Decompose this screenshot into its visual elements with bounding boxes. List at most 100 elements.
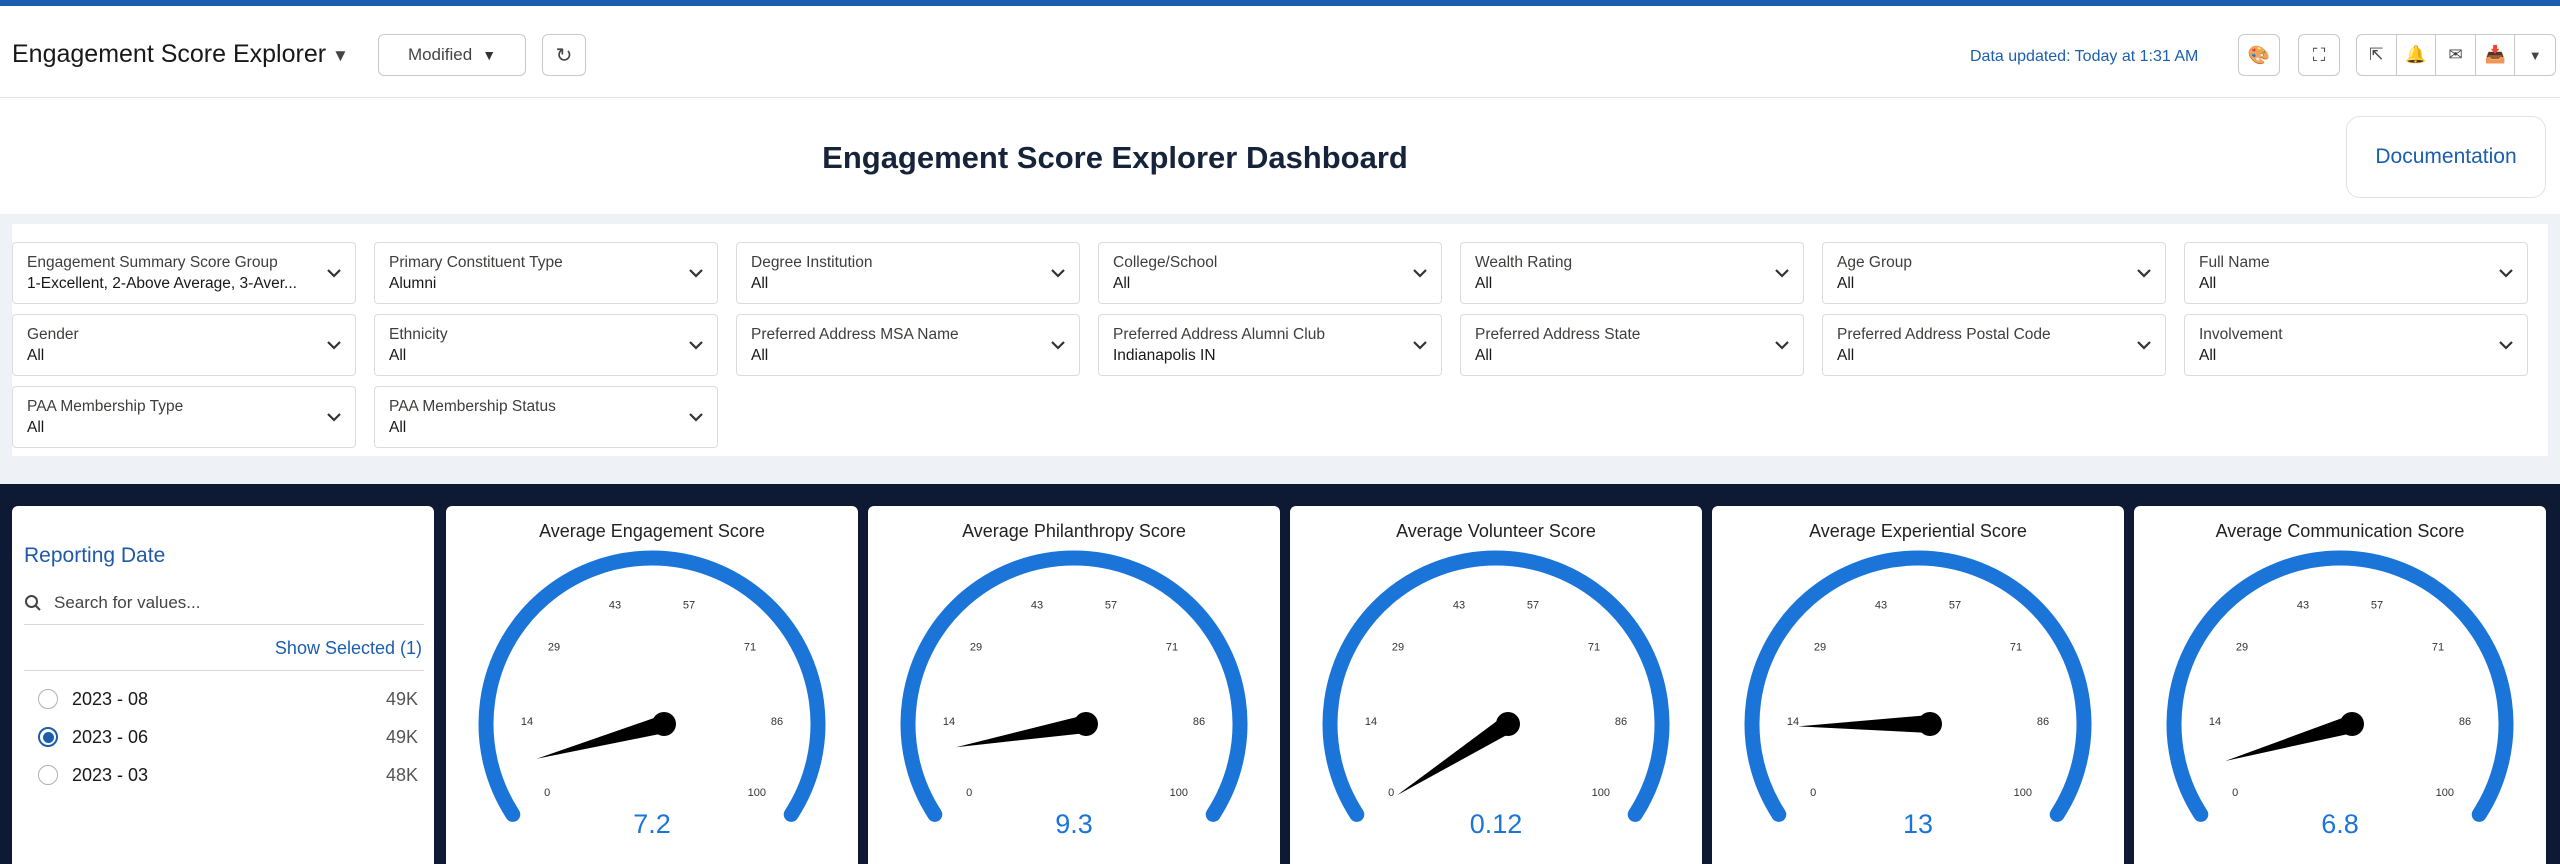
gauge-tick-label: 100 [1592,787,1610,799]
more-caret-icon[interactable]: ▼ [2515,35,2555,75]
chevron-down-icon [1775,269,1789,278]
filter-dropdown[interactable]: Age Group All [1822,242,2166,304]
gauge-needle [2225,715,2355,761]
theme-button[interactable]: 🎨 [2238,34,2280,76]
gauge-tick-label: 0 [544,787,550,799]
gauge-needle-hub [1074,712,1098,736]
search-icon [25,595,41,611]
dashboard-title: Engagement Score Explorer [12,40,327,68]
filter-dropdown[interactable]: PAA Membership Type All [12,386,356,448]
gauge-tick-label: 100 [748,787,766,799]
radio-button[interactable] [38,765,58,785]
gauge-title: Average Volunteer Score [1396,521,1596,541]
refresh-icon: ↻ [555,44,573,67]
filter-value: All [2199,275,2217,292]
filter-dropdown[interactable]: Primary Constituent Type Alumni [374,242,718,304]
date-option[interactable]: 2023 - 08 49K [38,684,418,714]
gauge-arc [900,550,1248,822]
documentation-button[interactable]: Documentation [2346,116,2546,198]
fullscreen-button[interactable]: ⛶ [2298,34,2340,76]
reporting-date-list: Reporting Date Search for values... Show… [12,506,434,864]
expand-icon: ⛶ [2312,44,2326,65]
gauge-chart: Average Experiential Score 0 14 29 43 57 71 86 1… [1744,521,2092,839]
filter-value: All [27,347,45,364]
share-icon[interactable]: ⇱ [2357,35,2397,75]
filter-label: Degree Institution [751,254,873,271]
filter-label: PAA Membership Status [389,398,556,415]
filter-value: All [1837,347,1855,364]
gauge-needle-hub [2340,712,2364,736]
gauge-arc [478,550,826,822]
title-band: Engagement Score Explorer Dashboard Docu… [0,98,2560,214]
title-caret-icon[interactable]: ▼ [332,46,349,66]
filter-value: All [751,275,769,292]
filter-dropdown[interactable]: Preferred Address State All [1460,314,1804,376]
filter-dropdown[interactable]: Engagement Summary Score Group 1-Excellen… [12,242,356,304]
date-option[interactable]: 2023 - 03 48K [38,760,418,790]
chevron-down-icon [1775,341,1789,350]
action-button-group: ⇱ 🔔 ✉ 📥 ▼ [2356,34,2556,76]
gauge-tick-label: 14 [521,716,533,728]
mail-icon[interactable]: ✉ [2436,35,2476,75]
filter-dropdown[interactable]: Ethnicity All [374,314,718,376]
filter-value: Alumni [389,275,437,292]
inbox-icon[interactable]: 📥 [2476,35,2516,75]
gauge-value: 13 [1903,809,1933,839]
gauge-needle [956,715,1088,748]
gauge-tick-label: 71 [2010,641,2022,653]
filter-value: All [1475,347,1493,364]
radio-button-selected[interactable] [38,727,58,747]
filter-dropdown[interactable]: Involvement All [2184,314,2528,376]
filter-dropdown[interactable]: PAA Membership Status All [374,386,718,448]
refresh-button[interactable]: ↻ [542,34,586,76]
gauge-tick-label: 86 [771,716,783,728]
chevron-down-icon [2499,341,2513,350]
data-updated-status: Data updated: Today at 1:31 AM [1970,48,2199,65]
filter-dropdown[interactable]: Wealth Rating All [1460,242,1804,304]
gauge-value: 7.2 [633,809,671,839]
filter-value: Indianapolis IN [1113,347,1216,364]
filter-label: Engagement Summary Score Group [27,254,278,271]
gauge-tick-label: 29 [970,641,982,653]
bell-icon[interactable]: 🔔 [2397,35,2437,75]
gauge-tick-label: 43 [1031,600,1043,612]
chevron-down-icon [689,269,703,278]
gauge-tick-label: 29 [1814,641,1826,653]
filter-dropdown[interactable]: Preferred Address Postal Code All [1822,314,2166,376]
gauge-tick-label: 43 [1453,600,1465,612]
filter-dropdown[interactable]: Full Name All [2184,242,2528,304]
filter-dropdown[interactable]: Gender All [12,314,356,376]
date-option[interactable]: 2023 - 06 49K [38,722,418,752]
filter-dropdown[interactable]: Preferred Address MSA Name All [736,314,1080,376]
show-selected-link[interactable]: Show Selected (1) [275,638,422,659]
date-option-label: 2023 - 08 [72,688,149,709]
radio-button[interactable] [38,689,58,709]
gauge-tick-label: 86 [2459,716,2471,728]
date-option-count: 48K [385,764,418,785]
filter-label: PAA Membership Type [27,398,184,415]
filter-dropdown[interactable]: Degree Institution All [736,242,1080,304]
filter-dropdown[interactable]: Preferred Address Alumni Club Indianapoli… [1098,314,1442,376]
filter-band: Engagement Summary Score Group 1-Excellen… [0,214,2560,484]
date-option-label: 2023 - 03 [72,764,149,785]
gauge-title: Average Communication Score [2216,521,2465,541]
date-search-input[interactable]: Search for values... [24,584,422,622]
gauge-card[interactable]: Average Communication Score 0 14 29 43 57 71 86… [2134,506,2546,864]
gauge-card[interactable]: Average Engagement Score 0 14 29 43 57 71 86 100… [446,506,858,864]
modified-dropdown-button[interactable]: Modified ▼ [378,34,526,76]
gauge-tick-label: 100 [2014,787,2032,799]
dashboard-canvas: Reporting Date Search for values... Show… [0,484,2560,864]
filter-dropdown[interactable]: College/School All [1098,242,1442,304]
filter-label: Wealth Rating [1475,254,1573,271]
gauge-card[interactable]: Average Experiential Score 0 14 29 43 57 71 86 1… [1712,506,2124,864]
filter-value: All [27,419,45,436]
gauge-card[interactable]: Average Philanthropy Score 0 14 29 43 57 71 86 1… [868,506,1280,864]
gauge-tick-label: 71 [744,641,756,653]
search-placeholder: Search for values... [54,593,201,612]
chevron-down-icon [1413,341,1427,350]
chevron-down-icon [327,269,341,278]
gauge-tick-label: 57 [683,600,695,612]
gauge-card[interactable]: Average Volunteer Score 0 14 29 43 57 71 86 100 0… [1290,506,1702,864]
dashboard-header: Engagement Score Explorer ▼ Modified ▼ ↻… [0,6,2560,98]
filter-label: Preferred Address MSA Name [751,326,959,343]
